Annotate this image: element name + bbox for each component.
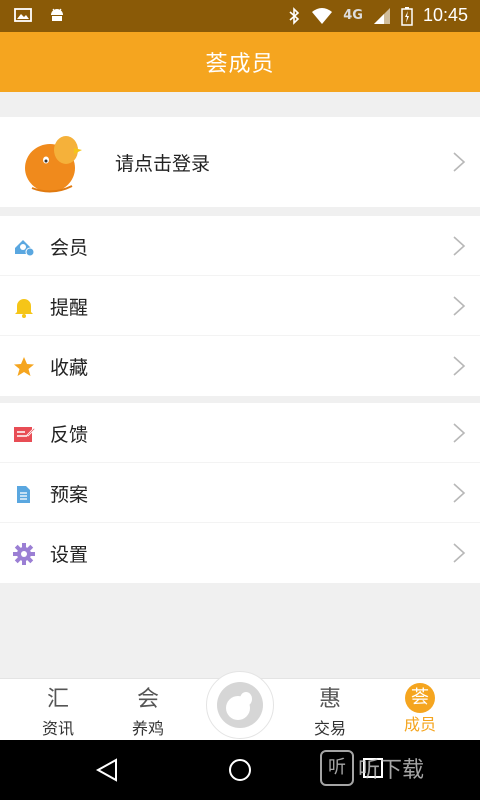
star-icon <box>14 357 34 376</box>
chevron-right-icon <box>453 152 466 172</box>
member-icon <box>15 240 35 257</box>
battery-icon <box>401 6 413 26</box>
menu-label: 收藏 <box>50 357 89 379</box>
menu-item-settings[interactable]: 设置 <box>0 523 480 583</box>
network-type: 4G <box>343 8 363 23</box>
bell-icon <box>15 299 33 318</box>
back-icon[interactable] <box>94 757 120 783</box>
tab-label: 养鸡 <box>131 719 164 738</box>
tab-trade[interactable]: 惠 交易 <box>300 687 360 739</box>
status-bar: 4G 10:45 <box>0 0 480 32</box>
app-header: 荟成员 <box>0 32 480 92</box>
main-content: 请点击登录 会员 提醒 收藏 反馈 预案 设置 <box>0 92 480 678</box>
news-tab-icon: 汇 <box>46 687 69 712</box>
menu-item-member[interactable]: 会员 <box>0 216 480 276</box>
system-nav-bar: 听 听下载 <box>0 740 480 800</box>
menu-label: 反馈 <box>50 424 89 446</box>
watermark-logo: 听 <box>320 750 354 786</box>
member-tab-icon: 荟 <box>405 683 435 713</box>
image-icon <box>14 8 32 22</box>
raising-tab-icon: 会 <box>136 687 159 712</box>
chick-logo-icon <box>217 682 263 728</box>
document-icon <box>17 486 30 503</box>
bottom-tab-bar: 汇 资讯 会 养鸡 惠 交易 荟 成员 <box>0 671 480 740</box>
tab-label: 交易 <box>313 719 346 738</box>
menu-label: 预案 <box>50 484 89 506</box>
login-label: 请点击登录 <box>115 153 211 175</box>
center-home-button[interactable] <box>206 671 274 739</box>
tab-member[interactable]: 荟 成员 <box>390 683 450 739</box>
chevron-right-icon <box>453 236 466 256</box>
wifi-icon <box>312 7 333 24</box>
chevron-right-icon <box>453 483 466 503</box>
trade-tab-icon: 惠 <box>318 687 341 712</box>
bluetooth-icon <box>289 6 300 25</box>
menu-item-reminder[interactable]: 提醒 <box>0 276 480 336</box>
clock: 10:45 <box>422 5 468 25</box>
home-icon[interactable] <box>227 757 253 783</box>
menu-item-plan[interactable]: 预案 <box>0 463 480 523</box>
tab-news[interactable]: 汇 资讯 <box>28 687 88 739</box>
tab-raising[interactable]: 会 养鸡 <box>118 687 178 739</box>
android-icon <box>51 8 63 21</box>
tab-label: 成员 <box>403 715 436 734</box>
watermark: 听 听下载 <box>320 750 424 786</box>
chevron-right-icon <box>453 296 466 316</box>
menu-label: 会员 <box>50 237 89 259</box>
menu-item-feedback[interactable]: 反馈 <box>0 403 480 463</box>
gear-icon <box>13 543 35 565</box>
menu-item-favorites[interactable]: 收藏 <box>0 336 480 396</box>
page-title: 荟成员 <box>205 52 275 77</box>
login-row[interactable]: 请点击登录 <box>0 117 480 207</box>
watermark-text: 听下载 <box>358 758 425 783</box>
menu-group-account: 会员 提醒 收藏 <box>0 216 480 396</box>
chevron-right-icon <box>453 423 466 443</box>
feedback-icon <box>14 427 35 442</box>
menu-group-tools: 反馈 预案 设置 <box>0 403 480 583</box>
menu-label: 提醒 <box>50 297 89 319</box>
tab-label: 资讯 <box>41 719 74 738</box>
chick-avatar-icon <box>25 136 82 193</box>
chevron-right-icon <box>453 543 466 563</box>
menu-label: 设置 <box>50 544 89 566</box>
signal-icon <box>373 7 390 24</box>
chevron-right-icon <box>453 356 466 376</box>
